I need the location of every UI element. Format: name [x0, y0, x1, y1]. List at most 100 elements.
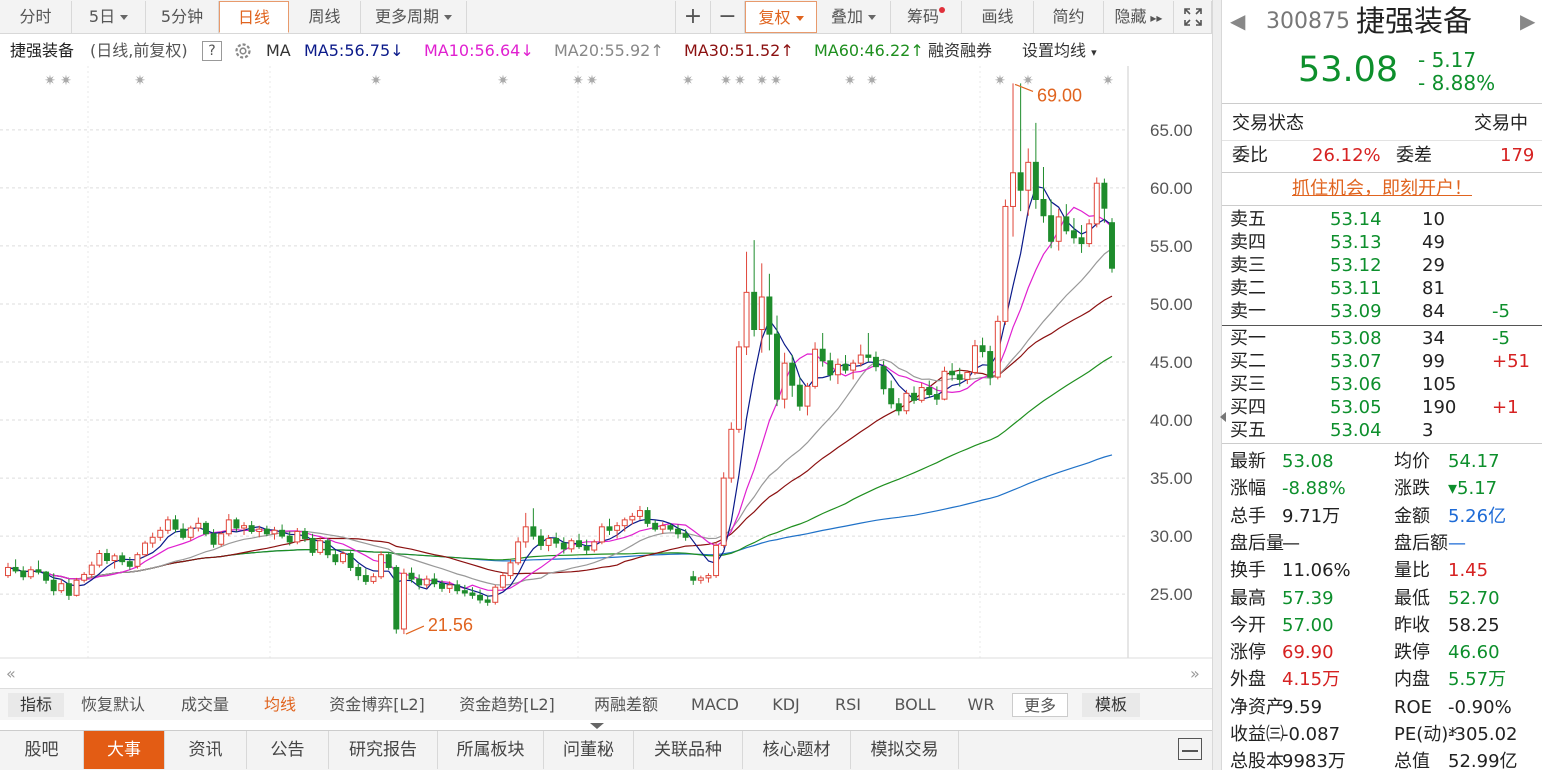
candle-body: [926, 387, 933, 396]
indicator-tab-reset[interactable]: 恢复默认: [70, 693, 156, 717]
weicha-value: 179: [1500, 145, 1535, 166]
bid-price: 53.05: [1330, 397, 1382, 418]
bottom-tab-dashi[interactable]: 大事: [84, 731, 165, 769]
bottom-tab-research[interactable]: 研究报告: [329, 731, 438, 769]
template-button[interactable]: 模板: [1082, 693, 1140, 717]
tab-fenshi[interactable]: 分时: [0, 1, 72, 33]
open-account-link[interactable]: 抓住机会，即刻开户！: [1222, 177, 1542, 200]
bid-label: 买五: [1230, 420, 1266, 441]
rzrq-label[interactable]: 融资融券: [928, 36, 992, 66]
hide-button[interactable]: 隐藏 ▸▸: [1104, 1, 1174, 33]
next-stock-icon[interactable]: ▶: [1520, 10, 1535, 38]
indicator-tab-fund-trend[interactable]: 资金趋势[L2]: [448, 693, 566, 717]
kline-chart[interactable]: 65.00 60.00 55.00 50.00 45.00 40.00 35.00 30.00…: [0, 66, 1212, 686]
stat-value: 46.60: [1448, 642, 1500, 664]
event-marker-icon: ✷: [134, 73, 146, 89]
stat-label: 内盘: [1394, 669, 1430, 691]
dock-panel-icon[interactable]: [1178, 738, 1202, 760]
y-tick-label: 60.00: [1150, 179, 1193, 198]
candle-body: [35, 569, 42, 573]
fuquan-button[interactable]: 复权: [745, 1, 817, 33]
zoom-in-button[interactable]: +: [675, 1, 711, 33]
event-marker-icon: ✷: [586, 73, 598, 89]
bottom-tab-sector[interactable]: 所属板块: [438, 731, 544, 769]
tab-5min[interactable]: 5分钟: [146, 1, 219, 33]
event-marker-icon: ✷: [866, 73, 878, 89]
event-marker-icon: ✷: [44, 73, 56, 89]
ask-volume: 49: [1422, 232, 1445, 253]
indicator-tab-kdj[interactable]: KDJ: [760, 693, 812, 717]
prev-stock-icon[interactable]: ◀: [1230, 10, 1245, 38]
huaxian-button[interactable]: 画线: [962, 1, 1034, 33]
candle-body: [796, 384, 803, 407]
bottom-tab-simtrade[interactable]: 模拟交易: [851, 731, 959, 769]
tab-5day[interactable]: 5日: [72, 1, 146, 33]
bottom-tab-gonggao[interactable]: 公告: [247, 731, 329, 769]
candle-body: [553, 537, 560, 544]
indicator-tab-rsi[interactable]: RSI: [824, 693, 872, 717]
ask-volume: 29: [1422, 255, 1445, 276]
stat-value: -0.087: [1282, 724, 1341, 745]
candle-body: [880, 366, 887, 390]
fullscreen-button[interactable]: [1174, 1, 1212, 33]
candle-body: [1093, 182, 1100, 225]
candle-body: [324, 540, 331, 556]
ma-legend-bar: 捷强装备 (日线,前复权) ? MA MA5:56.75↓ MA10:56.64…: [0, 36, 1212, 66]
indicator-tab-macd[interactable]: MACD: [684, 693, 746, 717]
candle-body: [644, 510, 651, 524]
candle-body: [728, 428, 735, 479]
bid-volume: 34: [1422, 328, 1445, 349]
y-tick-label: 55.00: [1150, 237, 1193, 256]
ask-price: 53.09: [1330, 301, 1382, 322]
indicator-tab-margin[interactable]: 两融差额: [580, 693, 672, 717]
candle-body: [606, 526, 613, 531]
candle-body: [804, 385, 811, 407]
candle-body: [888, 388, 895, 405]
candle-body: [271, 529, 278, 535]
scroll-left-icon: «: [6, 664, 16, 683]
bottom-tab-zixun[interactable]: 资讯: [165, 731, 247, 769]
ask-label: 卖五: [1230, 209, 1266, 230]
bid-price: 53.07: [1330, 351, 1382, 372]
change-pct: - 8.88%: [1418, 71, 1496, 95]
ma-settings-dropdown[interactable]: 设置均线 ▾: [1022, 36, 1097, 68]
bottom-tab-guba[interactable]: 股吧: [0, 731, 84, 769]
bottom-tab-theme[interactable]: 核心题材: [743, 731, 851, 769]
jianyue-button[interactable]: 简约: [1034, 1, 1104, 33]
candle-body: [309, 537, 316, 553]
candle-body: [248, 525, 255, 532]
tab-daily[interactable]: 日线: [219, 1, 289, 33]
candle-body: [636, 510, 643, 517]
indicator-tab-ma[interactable]: 均线: [252, 693, 308, 717]
indicator-tab-zhibiao[interactable]: 指标: [8, 693, 64, 717]
diejia-button[interactable]: 叠加: [817, 1, 891, 33]
bottom-tab-related[interactable]: 关联品种: [634, 731, 743, 769]
panel-splitter[interactable]: [1212, 0, 1226, 770]
indicator-tab-boll[interactable]: BOLL: [884, 693, 946, 717]
stat-label: 最高: [1230, 587, 1266, 609]
help-button[interactable]: ?: [202, 41, 222, 61]
candle-body: [423, 578, 430, 586]
double-chevron-right-icon: ▸▸: [1146, 11, 1163, 25]
zoom-out-button[interactable]: −: [711, 1, 745, 33]
candle-body: [378, 554, 385, 578]
indicator-tab-fund-game[interactable]: 资金博弈[L2]: [318, 693, 436, 717]
bottom-tab-dongmi[interactable]: 问董秘: [544, 731, 634, 769]
tab-more-period[interactable]: 更多周期: [361, 1, 467, 33]
stat-label: 涨幅: [1230, 478, 1266, 500]
candle-body: [537, 535, 544, 546]
ma120-line: [7, 454, 1113, 580]
candle-body: [591, 541, 598, 551]
stat-value: ▾5.17: [1448, 478, 1498, 500]
indicator-tab-volume[interactable]: 成交量: [170, 693, 240, 717]
event-marker-icon: ✷: [572, 73, 584, 89]
ma10-value: MA10:56.64↓: [424, 41, 534, 60]
chouma-button[interactable]: 筹码: [891, 1, 962, 33]
fullscreen-icon: [1183, 8, 1202, 26]
indicator-tab-wr[interactable]: WR: [958, 693, 1004, 717]
candle-body: [812, 348, 819, 387]
tab-weekly[interactable]: 周线: [289, 1, 361, 33]
candle-body: [119, 555, 126, 563]
indicator-more-button[interactable]: 更多: [1012, 693, 1068, 717]
candle-body: [781, 362, 788, 400]
